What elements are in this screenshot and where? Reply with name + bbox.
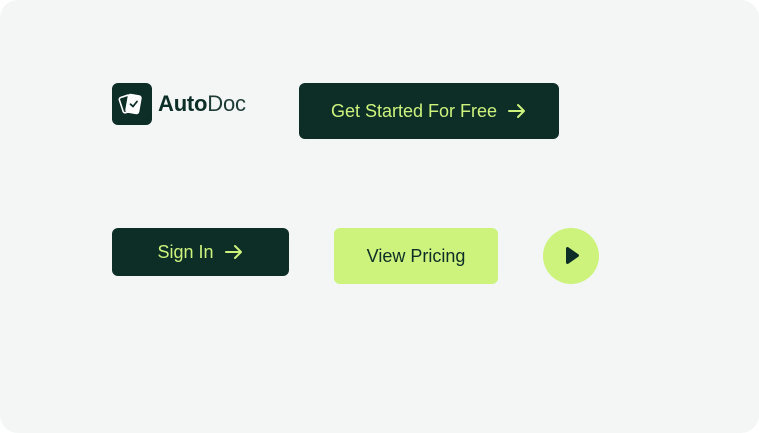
cards-check-icon [112, 83, 152, 125]
sign-in-label: Sign In [157, 242, 214, 262]
brand-logo[interactable]: Auto Doc [112, 83, 246, 125]
play-icon [561, 245, 581, 267]
view-pricing-label: View Pricing [366, 246, 466, 266]
arrow-right-icon [507, 103, 527, 119]
brand-name: Auto Doc [158, 93, 246, 115]
brand-name-part2: Doc [207, 91, 246, 116]
sign-in-button[interactable]: Sign In [112, 228, 289, 276]
view-pricing-button[interactable]: View Pricing [334, 228, 498, 284]
get-started-label: Get Started For Free [330, 101, 498, 121]
get-started-button[interactable]: Get Started For Free [299, 83, 559, 139]
brand-name-part1: Auto [158, 91, 208, 116]
play-button[interactable] [543, 228, 599, 284]
canvas: Auto Doc Get Started For Free Sign In Vie… [0, 0, 759, 433]
arrow-right-icon [224, 244, 244, 260]
